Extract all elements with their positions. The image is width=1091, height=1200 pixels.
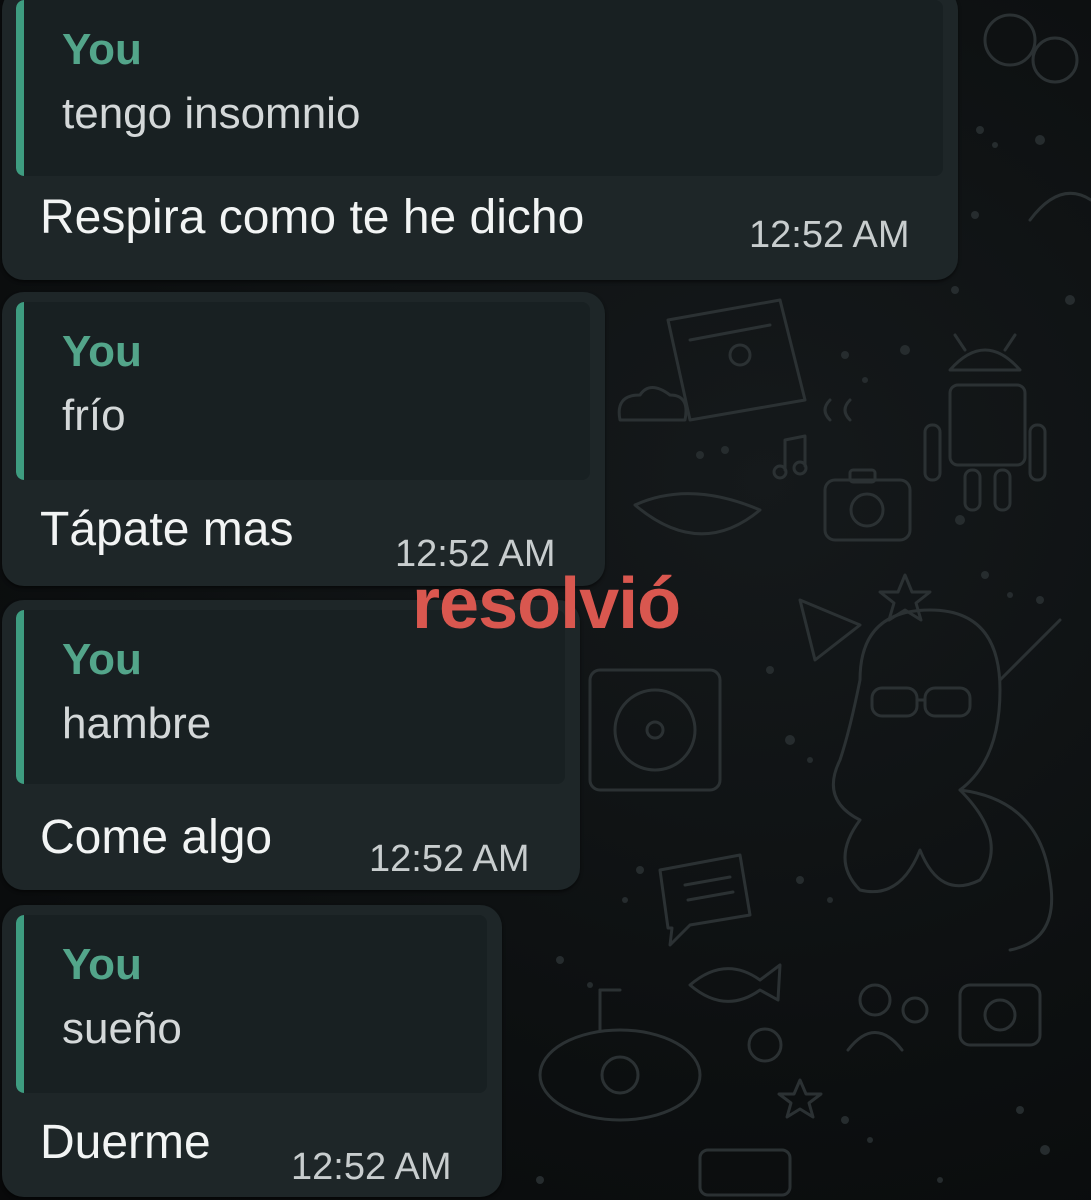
octopus-doodle-icon bbox=[831, 608, 1062, 952]
quote-text: frío bbox=[62, 391, 126, 440]
quote-author: You bbox=[62, 635, 142, 684]
gear-doodle-icon bbox=[747, 1027, 783, 1063]
quoted-reply[interactable]: You sueño bbox=[16, 915, 487, 1093]
quote-text: tengo insomnio bbox=[62, 89, 361, 138]
quote-text: hambre bbox=[62, 699, 212, 748]
message-bubble[interactable]: You sueño Duerme 12:52 AM bbox=[2, 905, 502, 1197]
message-text: Duerme bbox=[40, 1116, 211, 1169]
music-note-doodle-icon bbox=[772, 434, 808, 480]
star-doodle-icon-2 bbox=[777, 1078, 823, 1119]
message-text: Respira como te he dicho bbox=[40, 191, 585, 244]
message-timestamp: 12:52 AM bbox=[749, 214, 910, 256]
camera-doodle-icon-2 bbox=[958, 983, 1042, 1047]
quote-author: You bbox=[62, 940, 142, 989]
record-player-doodle-icon bbox=[588, 668, 722, 792]
submarine-doodle-icon bbox=[538, 988, 702, 1122]
quoted-reply[interactable]: You frío bbox=[16, 302, 590, 480]
map-doodle-icon bbox=[666, 298, 807, 422]
bear-doodle-icon bbox=[1028, 191, 1091, 222]
quote-doodle-icon bbox=[823, 398, 852, 422]
cloud-doodle-icon bbox=[617, 386, 688, 422]
message-timestamp: 12:52 AM bbox=[291, 1146, 452, 1188]
people-doodle-icon bbox=[846, 983, 929, 1052]
quoted-reply[interactable]: You tengo insomnio bbox=[16, 0, 943, 176]
quote-accent-bar bbox=[16, 610, 24, 784]
overlay-caption: resolvió bbox=[412, 564, 681, 644]
quote-accent-bar bbox=[16, 302, 24, 480]
quote-text: sueño bbox=[62, 1004, 182, 1053]
message-text: Tápate mas bbox=[40, 503, 294, 556]
lips-doodle-icon bbox=[633, 492, 762, 536]
message-bubble[interactable]: You frío Tápate mas 12:52 AM bbox=[2, 292, 605, 586]
message-text: Come algo bbox=[40, 811, 273, 864]
quote-author: You bbox=[62, 25, 142, 74]
camera-doodle-icon bbox=[823, 468, 912, 542]
chat-doodle-icon bbox=[658, 853, 752, 947]
message-timestamp: 12:52 AM bbox=[369, 838, 530, 880]
robot-doodle-icon bbox=[923, 333, 1047, 512]
quote-accent-bar bbox=[16, 915, 24, 1093]
ticket-doodle-icon bbox=[698, 1148, 792, 1197]
paper-plane-doodle-icon bbox=[798, 598, 862, 662]
bff-doodle-icon bbox=[983, 13, 1079, 84]
fish-doodle-icon bbox=[688, 963, 782, 1003]
message-bubble[interactable]: You tengo insomnio Respira como te he di… bbox=[2, 0, 958, 280]
quote-accent-bar bbox=[16, 0, 24, 176]
quote-author: You bbox=[62, 327, 142, 376]
